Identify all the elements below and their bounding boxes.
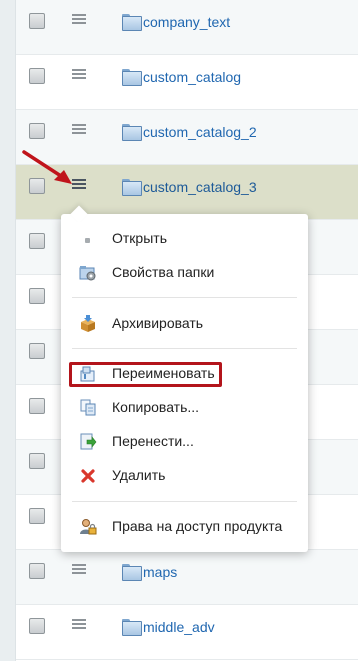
menu-item-label: Перенести... [112,433,194,449]
hamburger-menu-icon[interactable] [72,563,86,575]
row-checkbox[interactable] [29,398,45,414]
folder-properties-icon [79,264,97,282]
table-row[interactable]: company_text [16,0,358,55]
folder-name-link[interactable]: middle_adv [143,619,215,635]
archive-box-icon [79,315,97,333]
menu-separator [72,501,297,502]
folder-name-link[interactable]: custom_catalog_3 [143,179,257,195]
menu-item-label: Архивировать [112,315,204,331]
menu-item-copy[interactable]: Копировать... [61,395,308,419]
row-checkbox[interactable] [29,233,45,249]
menu-separator [72,348,297,349]
hamburger-menu-icon[interactable] [72,68,86,80]
left-panel-strip [0,0,16,661]
row-checkbox[interactable] [29,563,45,579]
folder-icon [122,564,142,581]
row-checkbox[interactable] [29,453,45,469]
copy-icon [79,399,97,417]
folder-icon [122,124,142,141]
user-lock-icon [79,518,97,536]
folder-icon [122,179,142,196]
folder-name-link[interactable]: custom_catalog [143,69,241,85]
menu-item-delete[interactable]: Удалить [61,463,308,487]
row-checkbox[interactable] [29,508,45,524]
folder-name-link[interactable]: maps [143,564,177,580]
menu-item-label: Удалить [112,467,166,483]
row-checkbox[interactable] [29,13,45,29]
table-row[interactable]: custom_catalog [16,55,358,110]
row-checkbox[interactable] [29,123,45,139]
hamburger-menu-icon[interactable] [72,123,86,135]
row-checkbox[interactable] [29,343,45,359]
folder-icon [122,14,142,31]
menu-item-move[interactable]: Перенести... [61,429,308,453]
pointer-arrow-icon [22,150,72,184]
menu-item-label: Открыть [112,230,167,246]
table-row[interactable]: middle_adv [16,605,358,660]
move-icon [79,433,97,451]
menu-item-product-access-rights[interactable]: Права на доступ продукта [61,514,308,538]
delete-x-icon [79,467,97,485]
hamburger-menu-icon[interactable] [72,618,86,630]
menu-item-archive[interactable]: Архивировать [61,311,308,335]
folder-name-link[interactable]: custom_catalog_2 [143,124,257,140]
folder-icon [122,69,142,86]
row-checkbox[interactable] [29,288,45,304]
folder-icon [122,619,142,636]
menu-item-label: Права на доступ продукта [112,518,283,534]
folder-name-link[interactable]: company_text [143,14,230,30]
menu-item-label: Свойства папки [112,264,215,280]
row-checkbox[interactable] [29,68,45,84]
menu-separator [72,297,297,298]
row-checkbox[interactable] [29,618,45,634]
table-row[interactable]: maps [16,550,358,605]
hamburger-menu-icon[interactable] [72,13,86,25]
rename-highlight-frame [69,362,222,387]
menu-item-label: Копировать... [112,399,200,415]
dot-icon [79,230,97,248]
context-menu: Открыть Свойства папки Архивировать Пере… [61,214,308,552]
menu-item-folder-properties[interactable]: Свойства папки [61,260,308,284]
menu-item-open[interactable]: Открыть [61,226,308,250]
